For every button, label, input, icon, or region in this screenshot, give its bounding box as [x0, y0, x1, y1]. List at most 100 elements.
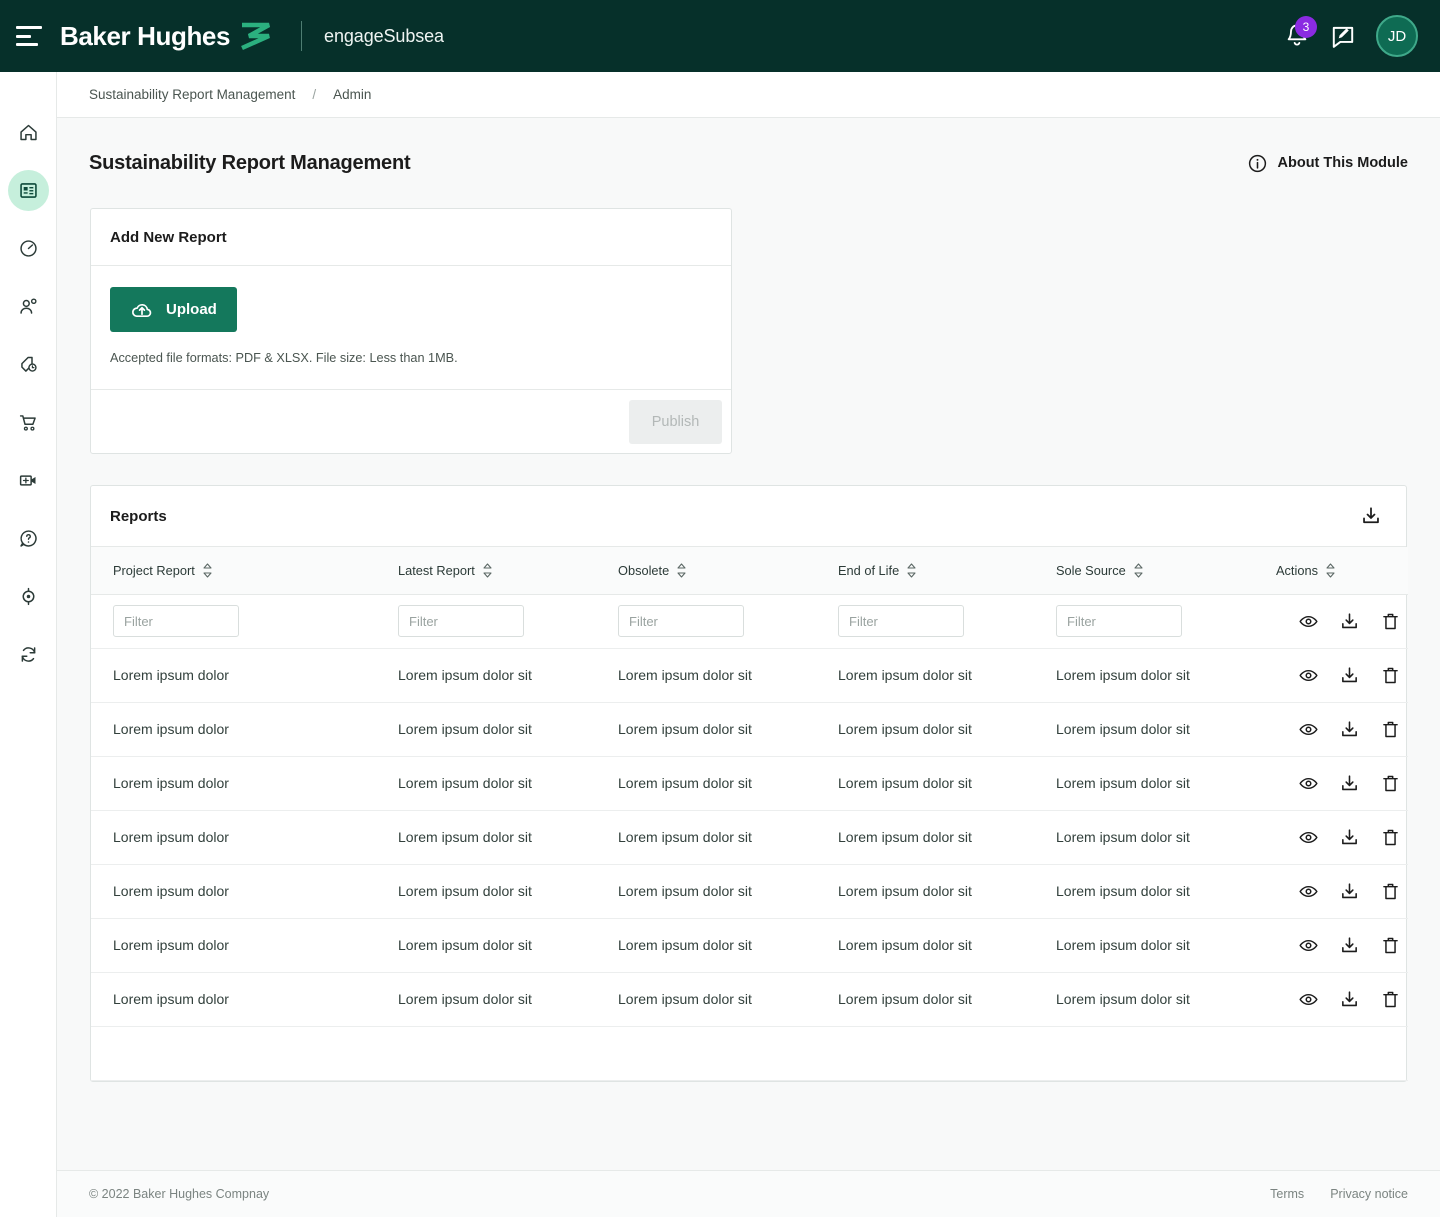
eye-icon	[1299, 669, 1318, 681]
sort-icon[interactable]	[1326, 563, 1335, 578]
sidebar-item-orders[interactable]	[8, 402, 49, 443]
cell-sole-source: Lorem ipsum dolor sit	[1034, 756, 1254, 811]
reports-table-head: Project Report Latest Report Obsolete En…	[91, 547, 1408, 595]
sidebar-item-help[interactable]	[8, 518, 49, 559]
filter-cell-end-of-life	[816, 594, 1034, 649]
view-button[interactable]	[1298, 989, 1319, 1010]
view-button[interactable]	[1298, 827, 1319, 848]
messages-button[interactable]	[1330, 23, 1356, 49]
breadcrumb-current[interactable]: Admin	[333, 87, 371, 102]
download-button[interactable]	[1339, 665, 1360, 686]
cloud-upload-icon	[132, 303, 152, 317]
download-button[interactable]	[1339, 719, 1360, 740]
column-header-actions[interactable]: Actions	[1254, 547, 1408, 595]
sort-icon[interactable]	[907, 563, 916, 578]
delete-button[interactable]	[1380, 881, 1401, 902]
filter-input-sole-source[interactable]	[1056, 605, 1182, 637]
breadcrumb-parent[interactable]: Sustainability Report Management	[89, 87, 295, 102]
view-button[interactable]	[1298, 935, 1319, 956]
baker-hughes-logo-icon	[239, 21, 275, 51]
view-button[interactable]	[1298, 773, 1319, 794]
cell-end-of-life: Lorem ipsum dolor sit	[816, 702, 1034, 757]
download-button[interactable]	[1339, 881, 1360, 902]
terms-link[interactable]: Terms	[1270, 1187, 1304, 1201]
download-button[interactable]	[1339, 935, 1360, 956]
column-header-latest-report[interactable]: Latest Report	[376, 547, 596, 595]
column-header-sole-source[interactable]: Sole Source	[1034, 547, 1254, 595]
sidebar-item-reports[interactable]	[7, 170, 49, 211]
delete-button[interactable]	[1380, 611, 1401, 632]
sidebar-item-home[interactable]	[8, 112, 49, 153]
delete-button[interactable]	[1380, 665, 1401, 686]
download-all-button[interactable]	[1360, 505, 1382, 527]
add-new-report-footer: Publish	[91, 389, 731, 453]
filter-input-latest-report[interactable]	[398, 605, 524, 637]
download-icon	[1342, 720, 1357, 736]
download-button[interactable]	[1339, 989, 1360, 1010]
cell-project-report: Lorem ipsum dolor	[91, 972, 376, 1027]
sidebar-item-tags[interactable]	[8, 344, 49, 385]
sort-icon[interactable]	[677, 563, 686, 578]
upload-button[interactable]: Upload	[110, 287, 237, 332]
column-header-end-of-life[interactable]: End of Life	[816, 547, 1034, 595]
notifications-button[interactable]: 3	[1284, 16, 1317, 50]
privacy-notice-link[interactable]: Privacy notice	[1330, 1187, 1408, 1201]
table-row[interactable]: Lorem ipsum dolor Lorem ipsum dolor sit …	[91, 756, 1408, 811]
table-row[interactable]: Lorem ipsum dolor Lorem ipsum dolor sit …	[91, 864, 1408, 919]
column-header-obsolete[interactable]: Obsolete	[596, 547, 816, 595]
filter-input-end-of-life[interactable]	[838, 605, 964, 637]
column-header-project-report[interactable]: Project Report	[91, 547, 376, 595]
download-icon	[1342, 936, 1357, 952]
trash-icon	[1383, 991, 1398, 1007]
table-row[interactable]: Lorem ipsum dolor Lorem ipsum dolor sit …	[91, 972, 1408, 1027]
table-row[interactable]: Lorem ipsum dolor Lorem ipsum dolor sit …	[91, 918, 1408, 973]
filter-input-project-report[interactable]	[113, 605, 239, 637]
delete-button[interactable]	[1380, 827, 1401, 848]
download-icon	[1363, 507, 1379, 524]
column-label: End of Life	[838, 562, 900, 578]
trash-icon	[1383, 829, 1398, 845]
sidebar-item-users[interactable]	[8, 286, 49, 327]
sort-icon[interactable]	[203, 563, 212, 578]
left-sidebar	[0, 72, 57, 1217]
filter-input-obsolete[interactable]	[618, 605, 744, 637]
table-row[interactable]: Lorem ipsum dolor Lorem ipsum dolor sit …	[91, 648, 1408, 703]
delete-button[interactable]	[1380, 935, 1401, 956]
reports-table-body: Lorem ipsum dolor Lorem ipsum dolor sit …	[91, 594, 1408, 1081]
delete-button[interactable]	[1380, 989, 1401, 1010]
about-this-module-button[interactable]: About This Module	[1247, 153, 1408, 174]
hamburger-menu-icon[interactable]	[16, 26, 42, 46]
product-name: engageSubsea	[324, 25, 444, 46]
upload-hint-text: Accepted file formats: PDF & XLSX. File …	[110, 351, 458, 365]
table-row[interactable]: Lorem ipsum dolor Lorem ipsum dolor sit …	[91, 702, 1408, 757]
cell-sole-source: Lorem ipsum dolor sit	[1034, 648, 1254, 703]
brand-name: Baker Hughes	[60, 21, 231, 51]
sidebar-item-performance[interactable]	[8, 228, 49, 269]
delete-button[interactable]	[1380, 773, 1401, 794]
view-button[interactable]	[1298, 881, 1319, 902]
user-avatar[interactable]: JD	[1376, 15, 1418, 57]
sidebar-item-sync[interactable]	[8, 634, 49, 675]
view-button[interactable]	[1298, 611, 1319, 632]
sidebar-item-tracking[interactable]	[8, 576, 49, 617]
view-button[interactable]	[1298, 719, 1319, 740]
cell-project-report: Lorem ipsum dolor	[91, 702, 376, 757]
brand-logo[interactable]: Baker Hughes	[60, 21, 275, 51]
trash-icon	[1383, 937, 1398, 953]
download-button[interactable]	[1339, 611, 1360, 632]
cell-latest-report: Lorem ipsum dolor sit	[376, 972, 596, 1027]
sidebar-item-video[interactable]	[8, 460, 49, 501]
sort-icon[interactable]	[1134, 563, 1143, 578]
cell-sole-source: Lorem ipsum dolor sit	[1034, 918, 1254, 973]
download-button[interactable]	[1339, 827, 1360, 848]
table-row[interactable]: Lorem ipsum dolor Lorem ipsum dolor sit …	[91, 810, 1408, 865]
delete-button[interactable]	[1380, 719, 1401, 740]
breadcrumb-separator: /	[312, 87, 317, 102]
cell-latest-report: Lorem ipsum dolor sit	[376, 864, 596, 919]
cell-latest-report: Lorem ipsum dolor sit	[376, 702, 596, 757]
view-button[interactable]	[1298, 665, 1319, 686]
publish-button[interactable]: Publish	[629, 399, 722, 444]
sort-icon[interactable]	[483, 563, 492, 578]
download-button[interactable]	[1339, 773, 1360, 794]
hamburger-line	[16, 43, 38, 46]
